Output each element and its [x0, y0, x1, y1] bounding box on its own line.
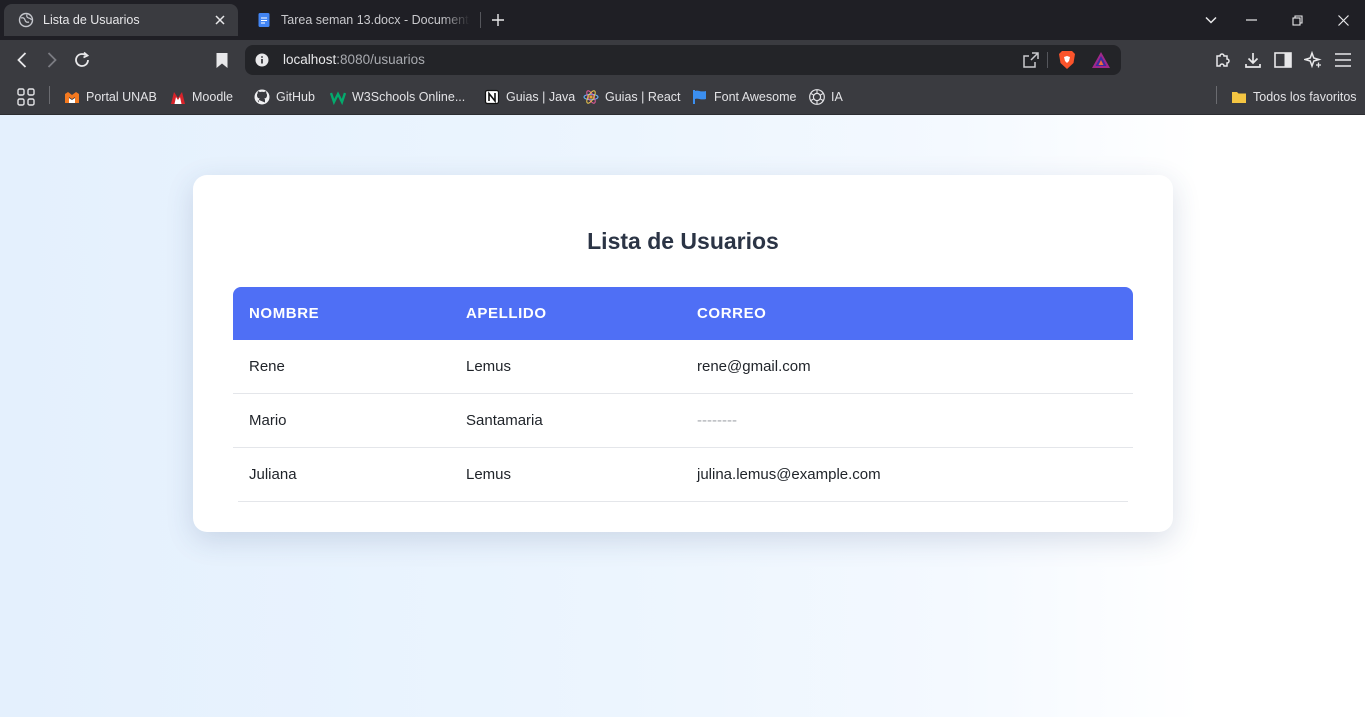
url-text[interactable]: localhost:8080/usuarios	[283, 52, 425, 67]
share-icon[interactable]	[1022, 51, 1040, 69]
arrow-left-icon	[17, 52, 27, 68]
sidebar-icon	[1274, 52, 1292, 68]
cell-correo: julina.lemus@example.com	[697, 466, 881, 483]
table-row: Mario Santamaria --------	[233, 394, 1133, 448]
close-window-button[interactable]	[1329, 6, 1357, 34]
flag-icon	[693, 90, 706, 104]
bookmark-moodle[interactable]: Moodle	[170, 86, 233, 108]
brave-shields-icon[interactable]	[1058, 50, 1076, 70]
github-icon	[254, 89, 270, 105]
bookmark-icon	[216, 52, 228, 68]
reload-button[interactable]	[70, 48, 94, 72]
bookmark-label: Font Awesome	[714, 90, 797, 104]
bookmark-w3schools[interactable]: W3Schools Online...	[330, 86, 465, 108]
openai-icon	[809, 89, 825, 105]
bookmark-label: Portal UNAB	[86, 90, 157, 104]
hamburger-icon	[1335, 53, 1351, 67]
apps-grid-icon	[17, 88, 35, 106]
moodle-icon	[171, 92, 185, 104]
globe-icon	[18, 12, 34, 28]
site-info-icon[interactable]	[255, 53, 269, 67]
brave-rewards-icon[interactable]	[1091, 51, 1111, 69]
cell-apellido: Lemus	[466, 358, 512, 375]
all-bookmarks-label: Todos los favoritos	[1253, 90, 1357, 104]
table-row: Juliana Lemus julina.lemus@example.com	[238, 448, 1128, 502]
chevron-down-icon	[1205, 16, 1217, 24]
back-button[interactable]	[10, 48, 34, 72]
bookmark-guias-java[interactable]: Guias | Java	[484, 86, 575, 108]
sparkle-icon	[1304, 51, 1322, 69]
cell-apellido: Lemus	[466, 466, 512, 483]
cell-apellido: Santamaria	[466, 412, 543, 429]
table-row: Rene Lemus rene@gmail.com	[233, 340, 1133, 394]
portal-unab-icon	[65, 92, 79, 103]
extensions-button[interactable]	[1211, 48, 1235, 72]
google-docs-icon	[258, 13, 270, 27]
apps-button[interactable]	[17, 86, 35, 108]
bookmark-label: IA	[831, 90, 843, 104]
menu-button[interactable]	[1331, 48, 1355, 72]
bookmarks-separator	[1216, 86, 1217, 104]
cell-nombre: Juliana	[249, 466, 297, 483]
tab-lista-de-usuarios[interactable]: Lista de Usuarios	[4, 4, 238, 36]
minimize-icon	[1245, 19, 1257, 21]
sidebar-button[interactable]	[1271, 48, 1295, 72]
page-viewport: Lista de Usuarios NOMBRE APELLIDO CORREO…	[0, 115, 1365, 717]
tab-strip: Lista de Usuarios Tarea seman 13.docx - …	[0, 0, 1365, 40]
column-header-correo: CORREO	[697, 305, 767, 322]
notion-icon	[484, 89, 500, 105]
bookmark-label: GitHub	[276, 90, 315, 104]
restore-icon	[1291, 14, 1303, 26]
bookmark-label: W3Schools Online...	[352, 90, 466, 104]
cell-correo: rene@gmail.com	[697, 358, 811, 375]
cell-nombre: Rene	[249, 358, 285, 375]
tab-title: Tarea seman 13.docx - Documentos	[281, 13, 470, 27]
all-bookmarks-button[interactable]: Todos los favoritos	[1231, 86, 1357, 108]
tab-search-button[interactable]	[1197, 6, 1225, 34]
reload-icon	[75, 51, 90, 67]
users-table: NOMBRE APELLIDO CORREO Rene Lemus rene@g…	[233, 287, 1133, 502]
arrow-right-icon	[47, 52, 57, 68]
tab-tarea-docx[interactable]: Tarea seman 13.docx - Documentos	[242, 4, 480, 36]
bookmark-label: Moodle	[192, 90, 233, 104]
folder-icon	[1232, 92, 1246, 103]
forward-button[interactable]	[40, 48, 64, 72]
address-bar[interactable]: localhost:8080/usuarios	[245, 45, 1121, 75]
url-host: localhost	[283, 52, 337, 67]
close-tab-icon[interactable]	[212, 12, 228, 28]
bookmark-label: Guias | Java	[506, 90, 576, 104]
page-title: Lista de Usuarios	[587, 228, 779, 254]
w3schools-icon	[330, 91, 346, 105]
omnibox-separator	[1047, 52, 1048, 68]
minimize-button[interactable]	[1237, 6, 1265, 34]
bookmark-font-awesome[interactable]: Font Awesome	[692, 86, 796, 108]
downloads-button[interactable]	[1241, 48, 1265, 72]
url-path: :8080/usuarios	[336, 52, 425, 67]
tab-separator	[480, 12, 481, 28]
cell-correo: --------	[697, 412, 737, 429]
column-header-nombre: NOMBRE	[249, 305, 320, 322]
column-header-apellido: APELLIDO	[466, 305, 547, 322]
bookmark-portal-unab[interactable]: Portal UNAB	[64, 86, 157, 108]
download-icon	[1245, 53, 1261, 68]
leo-ai-button[interactable]	[1301, 48, 1325, 72]
bookmarks-separator	[49, 86, 50, 104]
plus-icon	[492, 14, 504, 26]
bookmark-github[interactable]: GitHub	[254, 86, 315, 108]
react-icon	[583, 90, 599, 104]
close-icon	[1337, 14, 1349, 26]
new-tab-button[interactable]	[487, 9, 509, 31]
puzzle-icon	[1216, 53, 1230, 67]
table-header: NOMBRE APELLIDO CORREO	[233, 287, 1133, 340]
cell-nombre: Mario	[249, 412, 287, 429]
bookmark-ia[interactable]: IA	[809, 86, 843, 108]
tab-title: Lista de Usuarios	[43, 13, 140, 27]
bookmark-label: Guias | React	[605, 90, 681, 104]
restore-button[interactable]	[1283, 6, 1311, 34]
bookmark-button[interactable]	[210, 48, 234, 72]
users-card: Lista de Usuarios NOMBRE APELLIDO CORREO…	[193, 175, 1173, 532]
bookmark-guias-react[interactable]: Guias | React	[583, 86, 681, 108]
